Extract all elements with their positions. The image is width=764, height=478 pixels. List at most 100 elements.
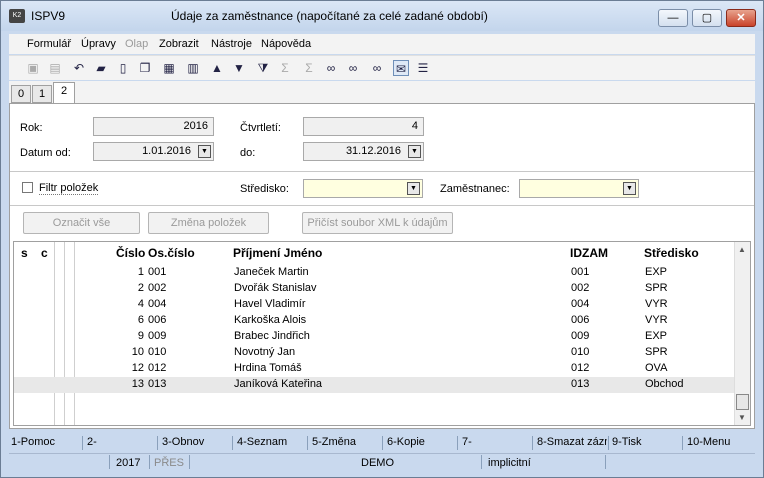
datum-od-field[interactable]: 1.01.2016 ▼ [93,142,214,161]
envelope-icon[interactable]: ✉ [393,60,409,76]
open-folder-icon[interactable]: ▰ [93,60,109,76]
filter-icon[interactable]: ⧩ [255,60,271,76]
col-header-cislo[interactable]: Číslo [116,246,145,260]
list-icon[interactable]: ☰ [415,60,431,76]
sum-icon[interactable]: Σ [277,60,293,76]
maximize-button[interactable]: ▢ [692,9,722,27]
vertical-scrollbar[interactable]: ▲ ▼ [734,242,750,425]
filtr-label[interactable]: Filtr položek [39,182,99,195]
zamestnanec-dropdown-icon[interactable]: ▼ [623,182,636,195]
arrow-up-icon[interactable]: ▲ [209,60,225,76]
copy-icon[interactable]: ❐ [137,60,153,76]
cell-stredisko: Obchod [645,378,684,390]
menu-formular[interactable]: Formulář [27,38,71,50]
rok-label: Rok: [20,122,43,134]
filtr-checkbox[interactable] [22,182,33,193]
fkey-divider [232,436,233,450]
fkey-divider [608,436,609,450]
menu-zobrazit[interactable]: Zobrazit [159,38,199,50]
cell-jmeno: Havel Vladimír [234,298,306,310]
cell-jmeno: Hrdina Tomáš [234,362,302,374]
binoculars-settings-icon[interactable]: ∞ [369,60,385,76]
cell-os-cislo: 012 [148,362,167,374]
fkey-1[interactable]: 1-Pomoc [11,436,55,448]
lock-icon[interactable]: ▦ [161,60,177,76]
minimize-button[interactable]: — [658,9,688,27]
fkey-divider [307,436,308,450]
table-row[interactable]: 4 004 Havel Vladimír 004 VYR [14,297,734,313]
col-header-idzam[interactable]: IDZAM [570,246,608,260]
title-bar[interactable]: K2 ISPV9 Údaje za zaměstnance (napočítan… [1,1,763,31]
cell-idzam: 001 [571,266,590,278]
table-row[interactable]: 6 006 Karkoška Alois 006 VYR [14,313,734,329]
fkey-8[interactable]: 8-Smazat zázn [537,436,607,448]
datum-do-dropdown-icon[interactable]: ▼ [408,145,421,158]
stredisko-dropdown-icon[interactable]: ▼ [407,182,420,195]
close-button[interactable]: ✕ [726,9,756,27]
save-icon[interactable]: ▣ [25,60,41,76]
cell-os-cislo: 004 [148,298,167,310]
save-all-icon[interactable]: ▤ [47,60,63,76]
stredisko-field[interactable]: ▼ [303,179,423,198]
datum-od-dropdown-icon[interactable]: ▼ [198,145,211,158]
menu-upravy[interactable]: Úpravy [81,38,116,50]
menu-nastroje[interactable]: Nástroje [211,38,252,50]
book-icon[interactable]: ▥ [185,60,201,76]
app-name: ISPV9 [31,9,66,23]
tab-strip: 0 1 2 [9,81,755,104]
cell-jmeno: Novotný Jan [234,346,296,358]
scroll-up-icon[interactable]: ▲ [738,245,746,254]
col-header-stredisko[interactable]: Středisko [644,246,699,260]
table-row[interactable]: 13 013 Janíková Kateřina 013 Obchod [14,377,734,393]
new-document-icon[interactable]: ▯ [115,60,131,76]
col-header-s[interactable]: s [21,246,28,260]
cell-stredisko: SPR [645,282,668,294]
tab-1[interactable]: 1 [32,85,52,103]
cell-os-cislo: 010 [148,346,167,358]
ctvrtleti-field[interactable]: 4 [303,117,424,136]
fkey-3[interactable]: 3-Obnov [162,436,204,448]
binoculars-icon[interactable]: ∞ [323,60,339,76]
cell-idzam: 012 [571,362,590,374]
function-key-bar: 1-Pomoc 2- 3-Obnov 4-Seznam 5-Změna 6-Ko… [9,435,755,451]
fkey-divider [532,436,533,450]
table-row[interactable]: 1 001 Janeček Martin 001 EXP [14,265,734,281]
table-row[interactable]: 12 012 Hrdina Tomáš 012 OVA [14,361,734,377]
oznacit-vse-button[interactable]: Označit vše [23,212,140,234]
pricist-xml-button[interactable]: Přičíst soubor XML k údajům [302,212,453,234]
zamestnanec-field[interactable]: ▼ [519,179,639,198]
fkey-7[interactable]: 7- [462,436,472,448]
binoculars-next-icon[interactable]: ∞ [345,60,361,76]
menu-olap[interactable]: Olap [125,38,148,50]
col-header-prijmeni-jmeno[interactable]: Příjmení Jméno [233,246,322,260]
col-header-c[interactable]: c [41,246,48,260]
undo-icon[interactable]: ↶ [71,60,87,76]
status-divider [149,455,150,469]
fkey-10[interactable]: 10-Menu [687,436,730,448]
fkey-5[interactable]: 5-Změna [312,436,356,448]
status-divider [109,455,110,469]
status-profile: implicitní [488,457,531,469]
table-row[interactable]: 10 010 Novotný Jan 010 SPR [14,345,734,361]
separator [10,171,754,172]
scroll-thumb[interactable] [736,394,749,410]
table-row[interactable]: 9 009 Brabec Jindřich 009 EXP [14,329,734,345]
fkey-6[interactable]: 6-Kopie [387,436,425,448]
fkey-9[interactable]: 9-Tisk [612,436,642,448]
datum-od-label: Datum od: [20,147,71,159]
tab-0[interactable]: 0 [11,85,31,103]
col-header-os-cislo[interactable]: Os.číslo [148,246,195,260]
fkey-2[interactable]: 2- [87,436,97,448]
cell-stredisko: SPR [645,346,668,358]
zmena-polozek-button[interactable]: Změna položek [148,212,269,234]
menu-napoveda[interactable]: Nápověda [261,38,311,50]
datum-do-field[interactable]: 31.12.2016 ▼ [303,142,424,161]
fkey-4[interactable]: 4-Seznam [237,436,287,448]
rok-field[interactable]: 2016 [93,117,214,136]
sum-filter-icon[interactable]: Σ [301,60,317,76]
tab-2[interactable]: 2 [53,82,75,104]
cell-idzam: 010 [571,346,590,358]
scroll-down-icon[interactable]: ▼ [738,413,746,422]
arrow-down-icon[interactable]: ▼ [231,60,247,76]
table-row[interactable]: 2 002 Dvořák Stanislav 002 SPR [14,281,734,297]
